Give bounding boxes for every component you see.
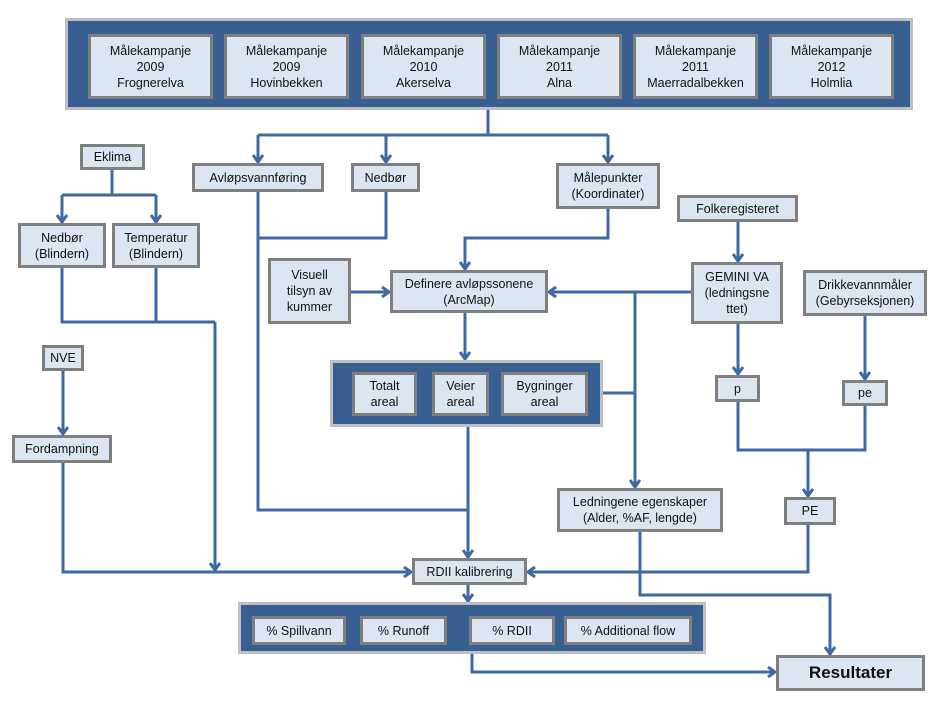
arrow-outputs-to-resultater [470, 654, 775, 672]
node-label: Temperatur [124, 230, 188, 245]
connector-avlop [256, 192, 468, 512]
node-label: Nedbør [364, 170, 407, 185]
node-label: areal [446, 395, 475, 409]
node-label: areal [370, 395, 399, 409]
connector-blindern [60, 268, 215, 324]
node-label: (ArcMap) [443, 292, 495, 307]
campaign-year: 2009 [272, 59, 301, 74]
node-label: % RDII [492, 623, 532, 638]
campaign-location: Hovinbekken [250, 75, 323, 90]
gemini-box[interactable]: GEMINI VA (ledningsne ttet) [691, 262, 783, 324]
node-label: Drikkevannmåler [818, 278, 912, 292]
p-box[interactable]: p [715, 375, 760, 402]
node-label: ttet) [726, 302, 748, 316]
node-label: Bygninger [516, 379, 573, 393]
folkeregisteret-box[interactable]: Folkeregisteret [677, 195, 798, 222]
node-label: kummer [286, 300, 333, 314]
node-label: Eklima [93, 150, 132, 164]
visuell-tilsyn-box[interactable]: Visuell tilsyn av kummer [268, 258, 351, 324]
nedbor-box[interactable]: Nedbør [351, 163, 420, 192]
node-label: (Blindern) [34, 246, 90, 261]
node-label: GEMINI VA [705, 270, 769, 284]
node-label: Nedbør [41, 230, 83, 245]
node-label: Totalt [369, 379, 400, 393]
campaign-box[interactable]: Målekampanje 2011 Maerradalbekken [633, 34, 758, 99]
campaign-title: Målekampanje [245, 43, 328, 58]
campaign-year: 2011 [546, 59, 573, 74]
flow-diagram: Målekampanje 2009 Frognerelva Målekampanje… [0, 0, 938, 701]
nedbor-blindern-box[interactable]: Nedbør (Blindern) [18, 223, 106, 268]
campaign-box[interactable]: Målekampanje 2009 Hovinbekken [224, 34, 349, 99]
node-label: Visuell [291, 268, 328, 282]
node-label: Avløpsvannføring [209, 170, 307, 185]
campaign-year: 2010 [409, 59, 438, 74]
node-label: RDII kalibrering [426, 564, 513, 579]
connector-eklima [62, 170, 156, 197]
avlopsvannforing-box[interactable]: Avløpsvannføring [192, 163, 324, 192]
node-label: Resultater [808, 663, 893, 682]
node-label: % Spillvann [266, 623, 332, 638]
node-label: Folkeregisteret [696, 201, 779, 216]
node-label: (ledningsne [704, 286, 770, 300]
node-label: Veier [446, 379, 475, 393]
node-label: Fordampning [25, 442, 99, 456]
campaign-box[interactable]: Målekampanje 2012 Holmlia [769, 34, 894, 99]
campaign-title: Målekampanje [109, 43, 192, 58]
eklima-box[interactable]: Eklima [80, 144, 145, 170]
totalt-areal-box[interactable]: Totalt areal [352, 372, 417, 416]
campaign-location: Holmlia [810, 75, 853, 90]
node-label: (Koordinater) [571, 187, 645, 201]
bygninger-areal-box[interactable]: Bygninger areal [501, 372, 588, 416]
rdii-kalibrering-box[interactable]: RDII kalibrering [412, 558, 527, 585]
arrow-PE-to-rdii [528, 525, 810, 572]
node-label: tilsyn av [286, 284, 333, 298]
PE-box[interactable]: PE [784, 497, 836, 525]
node-label: pe [858, 386, 872, 400]
connector-campaigns [258, 110, 608, 137]
node-label: % Additional flow [580, 623, 676, 638]
node-label: (Gebyrseksjonen) [815, 294, 915, 308]
arrow-malepunkter-to-definere [465, 209, 610, 269]
campaign-year: 2011 [682, 59, 709, 74]
campaign-title: Målekampanje [518, 43, 601, 58]
temperatur-box[interactable]: Temperatur (Blindern) [112, 223, 200, 268]
node-label: NVE [50, 351, 76, 365]
output-additional-flow-box[interactable]: % Additional flow [564, 616, 692, 645]
node-label: areal [530, 395, 559, 409]
malepunkter-box[interactable]: Målepunkter (Koordinater) [556, 163, 660, 209]
veier-areal-box[interactable]: Veier areal [432, 372, 489, 416]
campaign-box[interactable]: Målekampanje 2011 Alna [497, 34, 622, 99]
campaign-location: Alna [546, 75, 573, 90]
arrow-fordampning-to-rdii [61, 463, 411, 572]
output-runoff-box[interactable]: % Runoff [360, 616, 447, 645]
node-label: PE [801, 504, 819, 518]
node-label: (Alder, %AF, lengde) [583, 511, 697, 525]
campaign-location: Frognerelva [117, 75, 184, 90]
campaign-location: Maerradalbekken [647, 75, 744, 90]
campaign-year: 2012 [817, 59, 846, 74]
campaign-title: Målekampanje [382, 43, 465, 58]
node-label: % Runoff [377, 623, 430, 638]
node-label: p [734, 381, 741, 396]
resultater-box[interactable]: Resultater [776, 655, 925, 691]
node-label: (Blindern) [128, 246, 184, 261]
campaign-box[interactable]: Målekampanje 2010 Akerselva [361, 34, 486, 99]
campaign-year: 2009 [136, 59, 165, 74]
output-rdii-box[interactable]: % RDII [469, 616, 555, 645]
nve-box[interactable]: NVE [42, 345, 84, 371]
output-spillvann-box[interactable]: % Spillvann [252, 616, 346, 645]
node-label: Definere avløpssonene [404, 276, 534, 291]
node-label: Målepunkter [573, 171, 643, 185]
campaign-location: Akerselva [396, 75, 451, 90]
campaign-title: Målekampanje [790, 43, 873, 58]
pe-box[interactable]: pe [842, 380, 888, 406]
arrow-to-PE [736, 402, 867, 496]
campaign-title: Målekampanje [654, 43, 737, 58]
drikkevannmaler-box[interactable]: Drikkevannmåler (Gebyrseksjonen) [803, 270, 927, 316]
ledningene-box[interactable]: Ledningene egenskaper (Alder, %AF, lengde… [557, 488, 723, 532]
node-label: Ledningene egenskaper [572, 495, 708, 509]
campaign-box[interactable]: Målekampanje 2009 Frognerelva [88, 34, 213, 99]
fordampning-box[interactable]: Fordampning [12, 435, 112, 463]
definere-box[interactable]: Definere avløpssonene (ArcMap) [390, 270, 548, 313]
